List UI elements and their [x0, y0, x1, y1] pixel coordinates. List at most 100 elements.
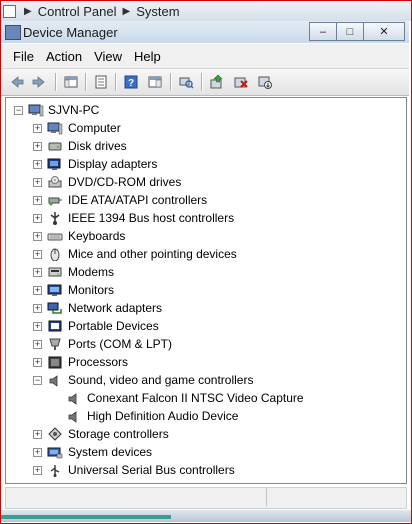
breadcrumb: ▶ Control Panel ▶ System — [0, 1, 180, 21]
keyboard-icon — [47, 229, 63, 243]
svg-text:?: ? — [128, 78, 134, 89]
status-cell — [6, 488, 267, 506]
modem-icon — [47, 265, 63, 279]
expand-toggle-icon[interactable]: + — [33, 160, 42, 169]
toolbar-separator — [85, 73, 87, 91]
expand-toggle-icon[interactable]: + — [33, 178, 42, 187]
tree-category-item[interactable]: Storage controllers — [68, 425, 169, 443]
display-adapter-icon — [47, 157, 63, 171]
chevron-right-icon[interactable]: ▶ — [24, 6, 32, 17]
tree-category-item[interactable]: Modems — [68, 263, 114, 281]
mouse-icon — [47, 247, 63, 262]
uninstall-icon[interactable] — [231, 72, 251, 92]
system-device-icon — [47, 445, 63, 459]
tree-category-item[interactable]: Universal Serial Bus controllers — [68, 461, 235, 479]
tree-category-item[interactable]: IDE ATA/ATAPI controllers — [68, 191, 207, 209]
processor-icon — [47, 355, 63, 369]
minimize-button[interactable]: – — [309, 22, 337, 41]
expand-toggle-icon[interactable]: + — [33, 286, 42, 295]
tree-device-item[interactable]: Conexant Falcon II NTSC Video Capture — [87, 389, 304, 407]
tree-category-item[interactable]: System devices — [68, 443, 152, 461]
chevron-right-icon[interactable]: ▶ — [122, 6, 130, 17]
computer-icon — [28, 103, 44, 117]
disk-drive-icon — [47, 139, 63, 153]
storage-controller-icon — [47, 427, 63, 441]
window-title: Device Manager — [23, 25, 118, 40]
ieee1394-icon — [47, 211, 63, 225]
speaker-icon — [66, 391, 82, 405]
tree-category-item[interactable]: Monitors — [68, 281, 114, 299]
action-pane-icon[interactable] — [145, 72, 165, 92]
scan-hardware-icon[interactable] — [176, 72, 196, 92]
expand-toggle-icon[interactable]: + — [33, 124, 42, 133]
expand-toggle-icon[interactable]: + — [33, 268, 42, 277]
collapse-toggle-icon[interactable]: − — [14, 106, 23, 115]
menu-file[interactable]: File — [13, 49, 34, 64]
speaker-icon — [47, 373, 63, 387]
device-tree[interactable]: − SJVN-PC + Computer + Disk drives + Display ad… — [5, 97, 407, 484]
dvd-drive-icon — [47, 175, 63, 189]
help-icon[interactable]: ? — [121, 72, 141, 92]
toolbar-separator — [170, 73, 172, 91]
toolbar-separator — [115, 73, 117, 91]
tree-category-item[interactable]: Disk drives — [68, 137, 127, 155]
menu-help[interactable]: Help — [134, 49, 161, 64]
tree-category-item[interactable]: Mice and other pointing devices — [68, 245, 237, 263]
tree-category-item[interactable]: Computer — [68, 119, 121, 137]
toolbar: ? — [1, 69, 409, 96]
menu-action[interactable]: Action — [46, 49, 82, 64]
expand-toggle-icon[interactable]: + — [33, 196, 42, 205]
expand-toggle-icon[interactable]: + — [33, 358, 42, 367]
expand-toggle-icon[interactable]: + — [33, 214, 42, 223]
close-button[interactable]: ✕ — [363, 22, 405, 41]
breadcrumb-control-panel[interactable]: Control Panel — [38, 4, 117, 19]
usb-icon — [47, 463, 63, 477]
taskbar-progress — [1, 515, 171, 519]
tree-category-item[interactable]: DVD/CD-ROM drives — [68, 173, 181, 191]
breadcrumb-system[interactable]: System — [136, 4, 179, 19]
network-adapter-icon — [47, 301, 63, 315]
console-tree-icon[interactable] — [61, 72, 81, 92]
tree-category-item[interactable]: Portable Devices — [68, 317, 159, 335]
expand-toggle-icon[interactable]: + — [33, 304, 42, 313]
expand-toggle-icon[interactable]: + — [33, 142, 42, 151]
tree-device-item[interactable]: High Definition Audio Device — [87, 407, 238, 425]
expand-toggle-icon[interactable]: + — [33, 448, 42, 457]
title-bar: Device Manager – □ ✕ — [1, 21, 409, 43]
tree-category-item[interactable]: IEEE 1394 Bus host controllers — [68, 209, 234, 227]
computer-icon — [47, 121, 63, 135]
toolbar-separator — [55, 73, 57, 91]
expand-toggle-icon[interactable]: + — [33, 466, 42, 475]
forward-arrow-icon[interactable] — [29, 72, 49, 92]
expand-toggle-icon[interactable]: + — [33, 340, 42, 349]
speaker-icon — [66, 409, 82, 423]
tree-category-item[interactable]: Network adapters — [68, 299, 162, 317]
expand-toggle-icon[interactable]: + — [33, 250, 42, 259]
tree-root[interactable]: SJVN-PC — [48, 101, 99, 119]
portable-device-icon — [47, 319, 63, 333]
expand-toggle-icon[interactable]: − — [33, 376, 42, 385]
port-icon — [47, 337, 63, 351]
maximize-button[interactable]: □ — [336, 22, 364, 41]
properties-icon[interactable] — [91, 72, 111, 92]
tree-category-item[interactable]: Keyboards — [68, 227, 125, 245]
expand-toggle-icon[interactable]: + — [33, 430, 42, 439]
checkbox-icon[interactable] — [3, 4, 16, 18]
window-controls: – □ ✕ — [309, 22, 405, 41]
menu-bar: File Action View Help — [1, 44, 409, 69]
taskbar-strip — [1, 510, 411, 522]
update-driver-icon[interactable] — [207, 72, 227, 92]
tree-category-item[interactable]: Ports (COM & LPT) — [68, 335, 172, 353]
disable-icon[interactable] — [255, 72, 275, 92]
expand-toggle-icon[interactable]: + — [33, 322, 42, 331]
tree-category-item[interactable]: Display adapters — [68, 155, 157, 173]
menu-view[interactable]: View — [94, 49, 122, 64]
expand-toggle-icon[interactable]: + — [33, 232, 42, 241]
tree-category-item[interactable]: Processors — [68, 353, 128, 371]
tree-category-item[interactable]: Sound, video and game controllers — [68, 371, 253, 389]
ide-controller-icon — [47, 193, 63, 207]
status-bar — [5, 487, 407, 509]
toolbar-separator — [201, 73, 203, 91]
monitor-icon — [47, 283, 63, 297]
back-arrow-icon[interactable] — [7, 72, 27, 92]
